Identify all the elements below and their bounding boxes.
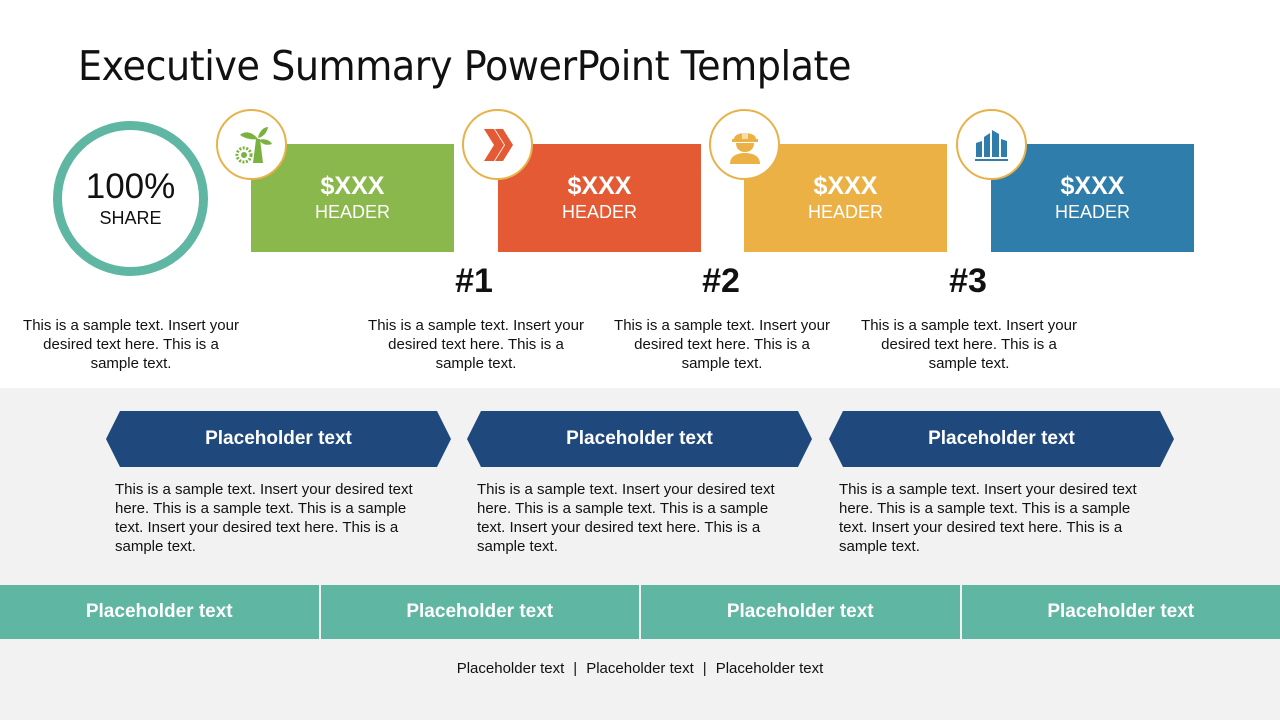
footer-separator: | [573,660,578,677]
bottom-tab-1: Placeholder text [0,585,319,639]
section-body-2: This is a sample text. Insert your desir… [477,481,775,555]
rank-3: #3 [949,262,987,300]
icon-badge-1 [216,109,287,180]
card-value: $XXX [813,171,878,200]
double-chevron-right-icon [483,128,513,161]
share-ring: 100% SHARE [53,121,208,276]
share-value: 100% [85,166,176,206]
card-value: $XXX [1060,171,1125,200]
rank-1: #1 [455,262,493,300]
section-header-3: Placeholder text [829,411,1174,467]
buildings-icon [974,129,1008,161]
sample-text-4: This is a sample text. Insert your desir… [861,317,1077,372]
card-value: $XXX [567,171,632,200]
worker-hardhat-icon [729,129,760,164]
section-body-1: This is a sample text. Insert your desir… [115,481,413,555]
section-body-3: This is a sample text. Insert your desir… [839,481,1137,555]
footer-item-2: Placeholder text [586,660,694,677]
wind-turbine-gear-icon [235,126,272,163]
card-header: HEADER [561,202,637,223]
bottom-tab-3: Placeholder text [639,585,960,639]
footer-item-3: Placeholder text [715,660,824,677]
bottom-tab-2: Placeholder text [318,585,639,639]
card-header: HEADER [807,202,883,223]
icon-badge-2 [462,109,533,180]
footer: Placeholder text | Placeholder text | Placeh… [0,660,1280,677]
rank-2: #2 [702,262,740,300]
footer-item-1: Placeholder text [456,660,565,677]
sample-text-1: This is a sample text. Insert your desir… [23,317,239,372]
section-header-2: Placeholder text [467,411,812,467]
sample-text-2: This is a sample text. Insert your desir… [368,317,584,372]
share-label: SHARE [99,207,162,228]
card-header: HEADER [1054,202,1130,223]
bottom-tabs: Placeholder text Placeholder text Placeh… [0,585,1280,639]
icon-badge-4 [956,109,1027,180]
card-header: HEADER [314,202,390,223]
slide-title: Executive Summary PowerPoint Template [78,42,852,90]
section-header-1: Placeholder text [106,411,451,467]
slide: Executive Summary PowerPoint Template 10… [0,0,1280,720]
footer-separator: | [702,660,707,677]
card-value: $XXX [320,171,385,200]
icon-badge-3 [709,109,780,180]
bottom-tab-4: Placeholder text [959,585,1280,639]
sample-text-3: This is a sample text. Insert your desir… [614,317,830,372]
